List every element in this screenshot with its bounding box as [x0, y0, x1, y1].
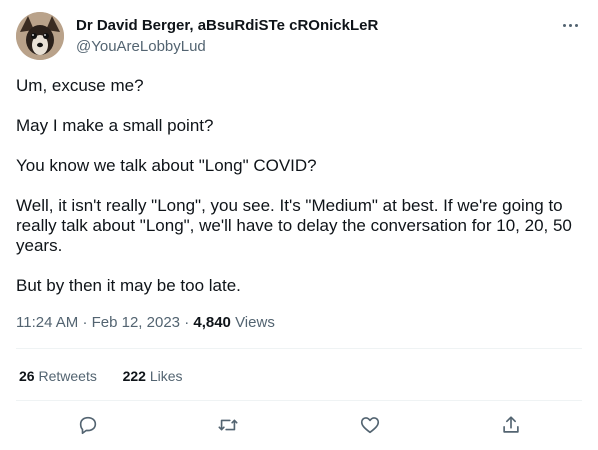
retweet-icon	[218, 419, 238, 431]
more-options-button[interactable]	[558, 14, 582, 36]
reply-button[interactable]	[73, 410, 103, 440]
likes-label: Likes	[149, 368, 183, 384]
retweet-button[interactable]	[213, 410, 243, 440]
views-label: Views	[235, 314, 275, 331]
separator: ·	[82, 314, 88, 331]
action-bar	[0, 410, 598, 440]
avatar[interactable]	[16, 12, 64, 60]
tweet-paragraph: Um, excuse me?	[16, 76, 144, 95]
author-handle[interactable]: @YouAreLobbyLud	[76, 38, 206, 55]
tweet-date[interactable]: Feb 12, 2023	[92, 314, 180, 331]
tweet-time[interactable]: 11:24 AM	[16, 314, 78, 331]
likes-count: 222	[122, 368, 146, 384]
tweet-paragraph: Well, it isn't really "Long", you see. I…	[16, 196, 572, 255]
retweets-label: Retweets	[38, 368, 97, 384]
author-display-name[interactable]: Dr David Berger, aBsuRdiSTe cROnickLeR	[76, 17, 378, 34]
tweet-paragraph: You know we talk about "Long" COVID?	[16, 156, 317, 175]
more-horizontal-icon	[562, 23, 566, 27]
like-button[interactable]	[355, 410, 385, 440]
heart-icon	[360, 417, 380, 434]
retweets-link[interactable]: 26 Retweets	[19, 368, 101, 384]
tweet-paragraph: May I make a small point?	[16, 116, 214, 135]
retweets-count: 26	[19, 368, 35, 384]
reply-icon	[79, 416, 97, 435]
dog-avatar-image	[16, 12, 64, 60]
separator: ·	[184, 314, 190, 331]
tweet-metadata: 11:24 AM · Feb 12, 2023 · 4,840 Views	[16, 314, 275, 331]
tweet-text: Um, excuse me? May I make a small point?…	[16, 76, 582, 316]
views-count: 4,840	[193, 314, 231, 331]
divider	[16, 400, 582, 401]
share-icon	[503, 416, 519, 433]
share-button[interactable]	[496, 410, 526, 440]
divider	[16, 348, 582, 349]
likes-link[interactable]: 222 Likes	[123, 368, 183, 384]
engagement-stats: 26 Retweets 222 Likes	[19, 368, 183, 384]
tweet-paragraph: But by then it may be too late.	[16, 276, 241, 295]
